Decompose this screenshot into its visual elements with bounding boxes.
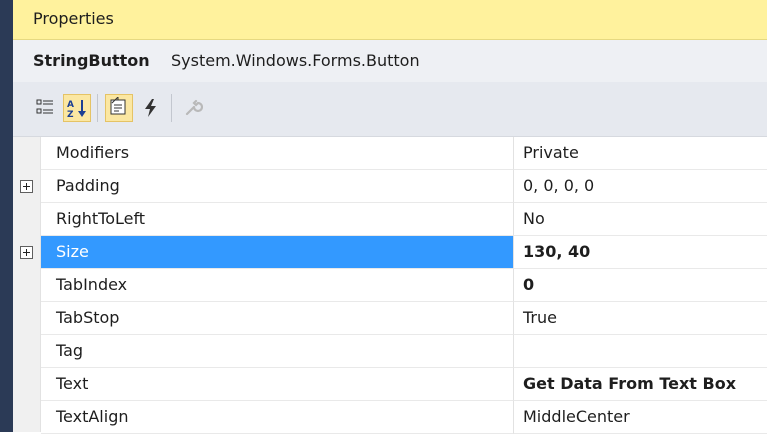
property-row-modifiers[interactable]: Modifiers Private xyxy=(13,137,767,170)
property-pages-wrench-icon xyxy=(185,99,203,116)
property-value-cell[interactable]: MiddleCenter xyxy=(513,401,767,434)
object-selector[interactable]: StringButton System.Windows.Forms.Button xyxy=(13,40,767,82)
property-value-cell[interactable]: Get Data From Text Box xyxy=(513,368,767,401)
property-name: TabStop xyxy=(56,308,120,327)
properties-icon xyxy=(110,97,126,115)
property-value-cell[interactable]: No xyxy=(513,203,767,236)
property-value-cell[interactable]: True xyxy=(513,302,767,335)
property-value: Get Data From Text Box xyxy=(523,374,737,393)
property-row-tabindex[interactable]: TabIndex 0 xyxy=(13,269,767,302)
property-grid: Modifiers Private Padding 0, 0, 0, 0 Rig… xyxy=(13,137,767,434)
property-name-cell[interactable]: Modifiers xyxy=(41,137,513,170)
properties-view-button[interactable] xyxy=(105,94,133,122)
categorized-icon xyxy=(36,99,53,114)
property-name-cell[interactable]: Padding xyxy=(41,170,513,203)
property-name-cell[interactable]: TextAlign xyxy=(41,401,513,434)
property-name-cell[interactable]: TabIndex xyxy=(41,269,513,302)
property-row-righttoleft[interactable]: RightToLeft No xyxy=(13,203,767,236)
property-name: Tag xyxy=(56,341,84,360)
categorized-button[interactable] xyxy=(31,94,59,122)
property-row-textalign[interactable]: TextAlign MiddleCenter xyxy=(13,401,767,434)
property-value: 0, 0, 0, 0 xyxy=(523,176,595,195)
object-type: System.Windows.Forms.Button xyxy=(171,51,420,70)
property-name: Modifiers xyxy=(56,143,130,162)
property-value: Private xyxy=(523,143,579,162)
property-name: TextAlign xyxy=(56,407,129,426)
property-name: RightToLeft xyxy=(56,209,146,228)
panel-title: Properties xyxy=(33,9,114,28)
property-name-cell[interactable]: Tag xyxy=(41,335,513,368)
property-value: No xyxy=(523,209,545,228)
events-lightning-icon xyxy=(145,99,156,117)
expand-plus-icon[interactable] xyxy=(20,180,33,193)
property-name: Text xyxy=(56,374,89,393)
property-row-size[interactable]: Size 130, 40 xyxy=(13,236,767,269)
property-value-cell[interactable]: 130, 40 xyxy=(513,236,767,269)
toolbar-separator xyxy=(171,94,172,122)
property-name: Size xyxy=(56,242,89,261)
property-value-cell[interactable]: 0, 0, 0, 0 xyxy=(513,170,767,203)
property-row-tabstop[interactable]: TabStop True xyxy=(13,302,767,335)
property-value: True xyxy=(523,308,557,327)
property-name-cell[interactable]: Size xyxy=(41,236,513,269)
property-row-tag[interactable]: Tag xyxy=(13,335,767,368)
events-button[interactable] xyxy=(137,94,165,122)
property-value: MiddleCenter xyxy=(523,407,630,426)
property-pages-button[interactable] xyxy=(179,94,207,122)
property-name-cell[interactable]: TabStop xyxy=(41,302,513,335)
alphabetical-icon: A Z xyxy=(67,100,86,119)
object-name: StringButton xyxy=(33,51,150,70)
property-value-cell[interactable]: Private xyxy=(513,137,767,170)
window-edge xyxy=(0,0,13,432)
property-name: Padding xyxy=(56,176,120,195)
svg-text:A: A xyxy=(67,100,74,110)
property-row-padding[interactable]: Padding 0, 0, 0, 0 xyxy=(13,170,767,203)
property-name: TabIndex xyxy=(56,275,128,294)
toolbar-separator xyxy=(97,94,98,122)
property-value-cell[interactable] xyxy=(513,335,767,368)
property-value: 0 xyxy=(523,275,535,294)
property-name-cell[interactable]: RightToLeft xyxy=(41,203,513,236)
expand-plus-icon[interactable] xyxy=(20,246,33,259)
property-value: 130, 40 xyxy=(523,242,591,261)
alphabetical-button[interactable]: A Z xyxy=(63,94,91,122)
properties-panel: Properties StringButton System.Windows.F… xyxy=(13,0,767,434)
svg-text:Z: Z xyxy=(67,110,74,119)
panel-title-bar[interactable]: Properties xyxy=(13,0,767,40)
property-row-text[interactable]: Text Get Data From Text Box xyxy=(13,368,767,401)
property-name-cell[interactable]: Text xyxy=(41,368,513,401)
property-value-cell[interactable]: 0 xyxy=(513,269,767,302)
properties-toolbar: A Z xyxy=(13,82,767,137)
